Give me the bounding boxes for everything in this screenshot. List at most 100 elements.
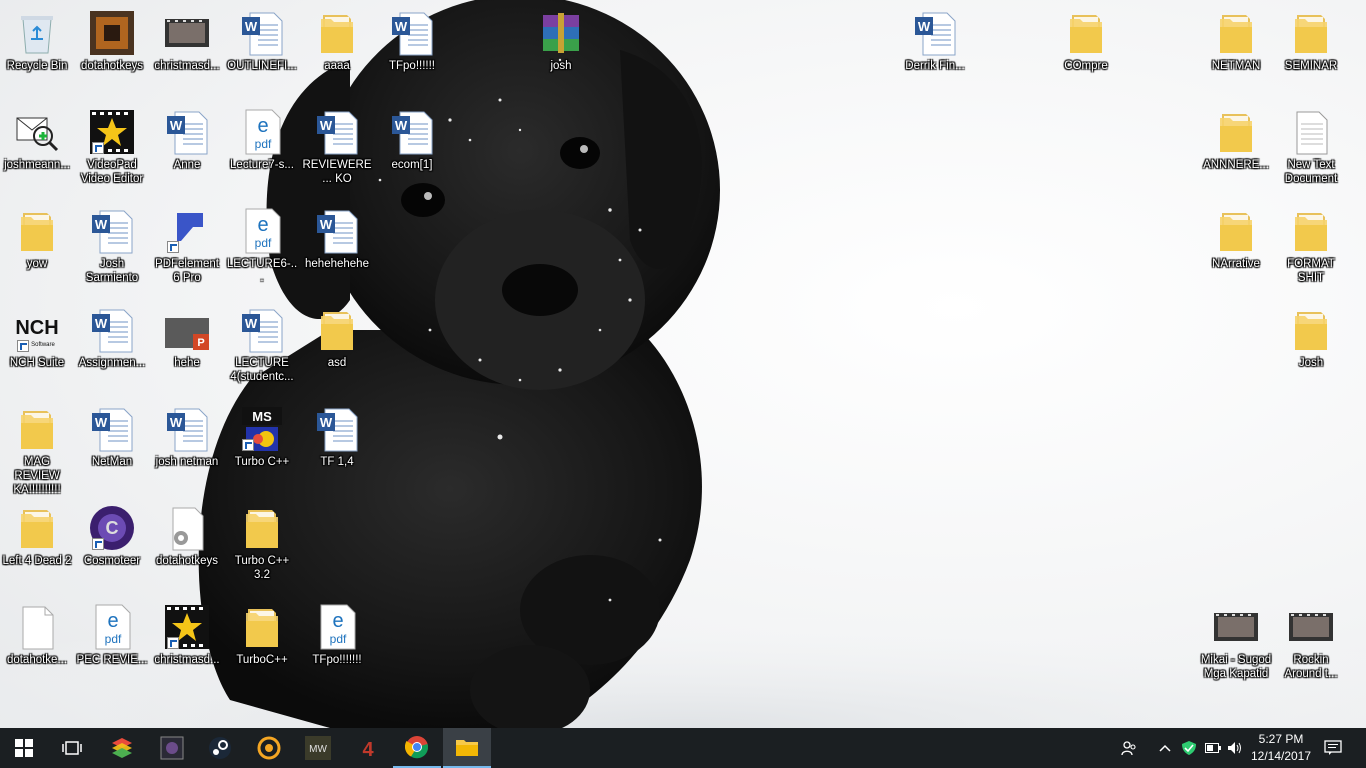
desktop-icon[interactable]: SEMINAR (1274, 5, 1348, 73)
word-document-icon: W (313, 405, 361, 453)
desktop-icon[interactable]: W TFpo!!!!!! (375, 5, 449, 73)
desktop-icon[interactable]: W OUTLINEFI... (225, 5, 299, 73)
desktop-icon[interactable]: Whehehehehe (300, 203, 374, 271)
desktop-icon-label: Assignmen... (78, 357, 146, 369)
desktop-icon[interactable]: e pdf PEC REVIE... (75, 599, 149, 667)
desktop-icon[interactable]: VideoPad Video Editor (75, 104, 149, 186)
desktop-icon[interactable]: W Anne (150, 104, 224, 172)
desktop-icon[interactable]: dotahotkeys (150, 500, 224, 568)
taskbar-steam[interactable] (196, 728, 244, 768)
desktop-icon[interactable]: joshmeann... (0, 104, 74, 172)
svg-text:W: W (245, 316, 258, 331)
desktop-icon[interactable]: asd (300, 302, 374, 370)
system-clock[interactable]: 5:27 PM 12/14/2017 (1244, 731, 1318, 765)
desktop-icon-label: asd (327, 357, 347, 369)
desktop-icon-label: MAG REVIEW KA!!!!!!!!!! (13, 456, 61, 496)
desktop-icon[interactable]: christmasd... (150, 599, 224, 667)
desktop-icon[interactable]: W NetMan (75, 401, 149, 469)
svg-text:W: W (95, 415, 108, 430)
svg-text:W: W (918, 19, 931, 34)
desktop-icon[interactable]: yow (0, 203, 74, 271)
desktop-icon[interactable]: NArrative (1199, 203, 1273, 271)
desktop-icon-label: josh netman (155, 456, 219, 468)
desktop-icon[interactable]: aaaa (300, 5, 374, 73)
text-document-icon (1287, 108, 1335, 156)
desktop-icon[interactable]: PDFelement 6 Pro (150, 203, 224, 285)
desktop-icon[interactable]: W REVIEWERE... KO (300, 104, 374, 186)
svg-text:e: e (107, 610, 118, 632)
show-hidden-icons-button[interactable] (1154, 728, 1176, 768)
svg-text:e: e (257, 115, 268, 137)
desktop-icon[interactable]: e pdf Lecture7-s... (225, 104, 299, 172)
desktop-icon-label: dotahotke... (6, 654, 68, 666)
word-document-icon: W (238, 306, 286, 354)
battery-button[interactable] (1202, 728, 1224, 768)
desktop-icon[interactable]: dotahotke... (0, 599, 74, 667)
desktop-icon[interactable]: W Derrik Fin... (898, 5, 972, 73)
desktop-icon-label: REVIEWERE... KO (302, 159, 372, 185)
desktop-icon[interactable]: Left 4 Dead 2 (0, 500, 74, 568)
desktop-icon[interactable]: Josh (1274, 302, 1348, 370)
videopad-icon (88, 108, 136, 156)
security-tray-button[interactable] (1178, 728, 1200, 768)
svg-text:pdf: pdf (105, 632, 122, 646)
task-view-button[interactable] (48, 728, 96, 768)
chevron-up-icon (1159, 744, 1171, 752)
action-center-button[interactable] (1320, 728, 1346, 768)
desktop-icon[interactable]: Turbo C++ 3.2 (225, 500, 299, 582)
desktop-icon[interactable]: TurboC++ (225, 599, 299, 667)
battery-icon (1205, 743, 1221, 753)
desktop-icon[interactable]: Rockin Around t... (1274, 599, 1348, 681)
desktop-icon[interactable]: New Text Document (1274, 104, 1348, 186)
taskbar-chrome[interactable] (393, 728, 441, 768)
desktop-icon[interactable]: C Cosmoteer (75, 500, 149, 568)
taskbar-file-explorer[interactable] (443, 728, 491, 768)
desktop-icon-label: LECTURE6-... (226, 258, 298, 284)
shortcut-arrow-icon (17, 340, 29, 352)
desktop-icon[interactable]: dotahotkeys (75, 5, 149, 73)
desktop-icon[interactable]: Phehe (150, 302, 224, 370)
folder-icon (238, 504, 286, 552)
desktop-icon[interactable]: christmasd... (150, 5, 224, 73)
desktop-icon[interactable]: Mikai - Sugod Mga Kapatid (1199, 599, 1273, 681)
desktop-icon[interactable]: MAG REVIEW KA!!!!!!!!!! (0, 401, 74, 497)
taskbar-dota[interactable] (148, 728, 196, 768)
desktop-icon[interactable]: W Josh Sarmiento (75, 203, 149, 285)
taskbar-garena[interactable] (245, 728, 293, 768)
video-thumbnail-icon (163, 9, 211, 57)
desktop-icon[interactable]: Wjosh netman (150, 401, 224, 469)
desktop-icon[interactable]: W LECTURE 4(studentc... (225, 302, 299, 384)
desktop-icon[interactable]: ANNNERE... (1199, 104, 1273, 172)
desktop-icon-label: josh (550, 60, 572, 72)
folder-icon (1287, 306, 1335, 354)
folder-icon (238, 603, 286, 651)
mail-app-icon (13, 108, 61, 156)
folder-icon (1212, 207, 1260, 255)
taskbar-l4d[interactable]: 4 (344, 728, 392, 768)
desktop-icon[interactable]: Wecom[1] (375, 104, 449, 172)
folder-icon (1212, 9, 1260, 57)
desktop-icon[interactable]: W Assignmen... (75, 302, 149, 370)
desktop-icon[interactable]: Recycle Bin (0, 5, 74, 73)
volume-button[interactable] (1224, 728, 1246, 768)
taskbar-mw[interactable]: MW (294, 728, 342, 768)
desktop-icon[interactable]: FORMAT SHIT (1274, 203, 1348, 285)
people-icon (1121, 741, 1136, 756)
svg-text:MS: MS (252, 409, 272, 424)
desktop-icon[interactable]: josh (524, 5, 598, 73)
desktop-icon[interactable]: COmpre (1049, 5, 1123, 73)
word-document-icon: W (88, 207, 136, 255)
desktop-icon[interactable]: e pdf LECTURE6-... (225, 203, 299, 285)
desktop-icon[interactable]: MS Turbo C++ (225, 401, 299, 469)
desktop-icon[interactable]: W TF 1,4 (300, 401, 374, 469)
desktop-icon[interactable]: NETMAN (1199, 5, 1273, 73)
people-button[interactable] (1116, 728, 1142, 768)
desktop-icon-label: SEMINAR (1284, 60, 1338, 72)
taskbar-bluestacks[interactable] (98, 728, 146, 768)
desktop-icon[interactable]: NCH Software NCH Suite (0, 302, 74, 370)
mw-icon: MW (305, 736, 331, 760)
desktop-icon-label: TurboC++ (236, 654, 288, 666)
start-button[interactable] (0, 728, 48, 768)
desktop-icon[interactable]: e pdf TFpo!!!!!!! (300, 599, 374, 667)
task-view-icon (62, 741, 82, 755)
